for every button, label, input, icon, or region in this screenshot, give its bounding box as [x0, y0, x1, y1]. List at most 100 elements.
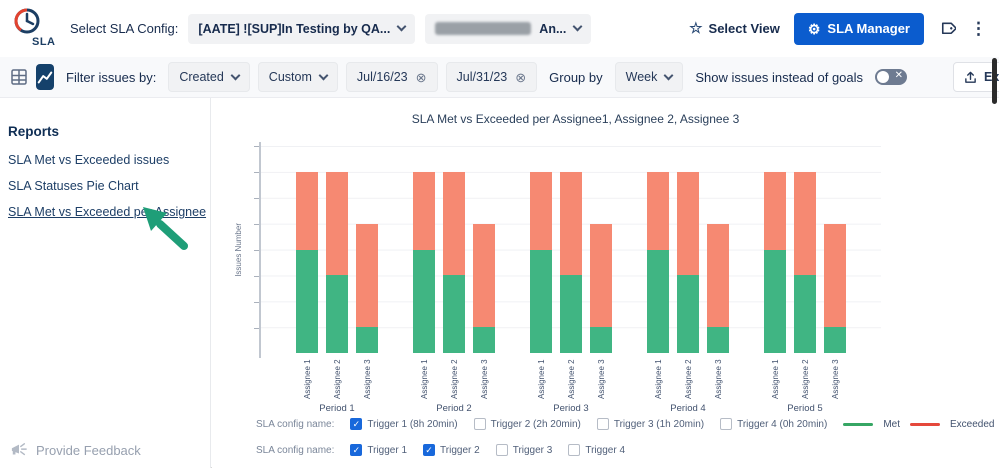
sidebar-item-statuses-pie-chart[interactable]: SLA Statuses Pie Chart [8, 179, 202, 193]
created-dropdown[interactable]: Created [168, 62, 250, 92]
met-segment[interactable] [707, 327, 729, 353]
checkbox-unchecked-icon[interactable] [720, 418, 733, 430]
select-view-button[interactable]: ☆ Select View [689, 21, 780, 36]
met-segment[interactable] [296, 249, 318, 353]
exceeded-segment[interactable] [764, 171, 786, 250]
bar-stack[interactable] [560, 146, 582, 353]
met-segment[interactable] [443, 275, 465, 353]
grid-view-button[interactable] [10, 64, 28, 90]
created-dropdown-value: Created [179, 70, 224, 84]
bar-stack[interactable] [707, 146, 729, 353]
sla-manager-button[interactable]: ⚙ SLA Manager [793, 12, 924, 45]
date-from-field[interactable]: Jul/16/23 ⊗ [345, 62, 438, 92]
show-issues-toggle[interactable]: ✕ [875, 69, 908, 85]
chevron-down-icon [663, 70, 674, 80]
exceeded-segment[interactable] [590, 223, 612, 328]
bar-stack[interactable] [794, 146, 816, 353]
clear-date-icon[interactable]: ⊗ [416, 71, 427, 84]
bar-stack[interactable] [764, 146, 786, 353]
checkbox-unchecked-icon[interactable] [596, 418, 609, 430]
custom-range-dropdown[interactable]: Custom [257, 62, 338, 92]
met-segment[interactable] [647, 249, 669, 353]
bar-stack[interactable] [590, 146, 612, 353]
bar-group: Assignee 1 Assignee 2 Assignee 3 Period 1 [296, 146, 378, 414]
sla-config-name-label: SLA config name: [256, 418, 335, 430]
chart-view-button[interactable] [36, 64, 54, 90]
exceeded-segment[interactable] [413, 171, 435, 250]
sla-config-dropdown[interactable]: [AATE] ![SUP]In Testing by QA... [188, 13, 416, 44]
plot-groups: Assignee 1 Assignee 2 Assignee 3 Period 1 As… [261, 146, 881, 414]
exceeded-segment[interactable] [647, 171, 669, 250]
checkbox-unchecked-icon[interactable] [473, 418, 486, 430]
met-segment[interactable] [764, 249, 786, 353]
checkbox-checked-icon[interactable]: ✓ [423, 444, 436, 456]
exceeded-segment[interactable] [707, 223, 729, 328]
trigger-checkbox-item[interactable]: ✓ Trigger 2 [423, 444, 480, 456]
bar-stack[interactable] [443, 146, 465, 353]
exceeded-segment[interactable] [530, 171, 552, 250]
sidebar-item-met-vs-exceeded-issues[interactable]: SLA Met vs Exceeded issues [8, 153, 202, 167]
bar-x-label: Assignee 2 [449, 359, 459, 399]
chevron-down-icon [230, 70, 241, 80]
group-by-dropdown[interactable]: Week [614, 62, 684, 92]
assignee-labels: Assignee 1 Assignee 2 Assignee 3 [647, 357, 729, 399]
exceeded-segment[interactable] [326, 171, 348, 276]
trigger-label: Trigger 4 (0h 20min) [737, 418, 828, 430]
clear-date-icon[interactable]: ⊗ [515, 71, 526, 84]
trigger-label: Trigger 4 [585, 444, 626, 456]
bar-stack[interactable] [356, 146, 378, 353]
met-segment[interactable] [590, 327, 612, 353]
bar-group: Assignee 1 Assignee 2 Assignee 3 Period 5 [764, 146, 846, 414]
trigger-checkbox-item[interactable]: Trigger 4 [568, 444, 625, 456]
bar-stack[interactable] [647, 146, 669, 353]
secondary-config-dropdown[interactable]: An... [425, 13, 592, 44]
bar-stack[interactable] [530, 146, 552, 353]
bar-stack[interactable] [473, 146, 495, 353]
met-segment[interactable] [677, 275, 699, 353]
bar-stack[interactable] [413, 146, 435, 353]
bar-stack[interactable] [296, 146, 318, 353]
met-segment[interactable] [794, 275, 816, 353]
trigger-checkbox-item[interactable]: Trigger 4 (0h 20min) [720, 418, 827, 430]
met-segment[interactable] [356, 327, 378, 353]
bar-stack[interactable] [824, 146, 846, 353]
provide-feedback-label: Provide Feedback [36, 442, 141, 458]
met-segment[interactable] [326, 275, 348, 353]
provide-feedback-button[interactable]: Provide Feedback [10, 442, 141, 458]
met-segment[interactable] [560, 275, 582, 353]
bar-x-label: Assignee 2 [332, 359, 342, 399]
trigger-checkbox-item[interactable]: Trigger 3 [495, 444, 552, 456]
bar-stack[interactable] [677, 146, 699, 353]
scrollbar-thumb[interactable] [992, 58, 997, 104]
exceeded-segment[interactable] [794, 171, 816, 276]
secondary-config-dropdown-value: An... [539, 21, 567, 36]
trigger-checkbox-item[interactable]: ✓ Trigger 1 (8h 20min) [350, 418, 458, 430]
checkbox-checked-icon[interactable]: ✓ [350, 444, 363, 456]
period-label: Period 1 [319, 403, 355, 414]
trigger-checkbox-item[interactable]: Trigger 2 (2h 20min) [473, 418, 581, 430]
checkbox-unchecked-icon[interactable] [568, 444, 581, 456]
bar-stack[interactable] [326, 146, 348, 353]
exceeded-segment[interactable] [677, 171, 699, 276]
met-segment[interactable] [473, 327, 495, 353]
trigger-checkbox-item[interactable]: ✓ Trigger 1 [350, 444, 407, 456]
exceeded-segment[interactable] [824, 223, 846, 328]
checkbox-unchecked-icon[interactable] [495, 444, 508, 456]
exceeded-segment[interactable] [473, 223, 495, 328]
date-to-field[interactable]: Jul/31/23 ⊗ [445, 62, 538, 92]
toggle-off-icon: ✕ [894, 70, 904, 81]
assignee-labels: Assignee 1 Assignee 2 Assignee 3 [530, 357, 612, 399]
trigger-checkbox-item[interactable]: Trigger 3 (1h 20min) [596, 418, 705, 430]
assignee-labels: Assignee 1 Assignee 2 Assignee 3 [764, 357, 846, 399]
exceeded-segment[interactable] [356, 223, 378, 328]
exceeded-segment[interactable] [560, 171, 582, 276]
met-segment[interactable] [824, 327, 846, 353]
tag-button[interactable] [938, 20, 956, 38]
met-segment[interactable] [530, 249, 552, 353]
checkbox-checked-icon[interactable]: ✓ [350, 418, 363, 430]
more-options-button[interactable]: ⋮ [970, 19, 987, 39]
met-segment[interactable] [413, 249, 435, 353]
exceeded-segment[interactable] [443, 171, 465, 276]
exceeded-segment[interactable] [296, 171, 318, 250]
trigger-label: Trigger 3 (1h 20min) [613, 418, 705, 430]
